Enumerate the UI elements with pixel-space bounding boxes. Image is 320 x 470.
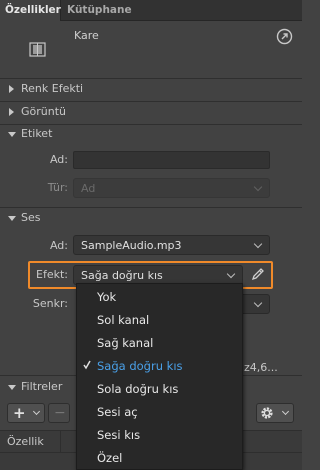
sound-info-text: z4,6...	[244, 361, 278, 374]
expand-arrow-icon	[9, 85, 14, 93]
column-divider	[60, 431, 61, 453]
symbol-icon	[29, 42, 46, 57]
menu-item-label: Özel	[97, 451, 123, 465]
label-name-input[interactable]	[73, 151, 270, 169]
section-label: Renk Efekti	[21, 82, 84, 95]
sound-effect-label: Efekt:	[36, 268, 68, 281]
section-label: Etiket	[21, 127, 53, 140]
sound-sync-dropdown[interactable]	[240, 294, 270, 314]
section-sound[interactable]: Ses	[0, 208, 302, 230]
collapse-arrow-icon	[8, 385, 16, 390]
filter-settings-button[interactable]	[256, 403, 294, 423]
menu-item-custom[interactable]: Özel	[77, 448, 242, 469]
sound-effect-dropdown[interactable]: Sağa doğru kıs	[73, 265, 243, 285]
sound-name-label: Ad:	[49, 239, 68, 252]
plus-icon: +	[13, 404, 26, 422]
remove-filter-button[interactable]: −	[48, 403, 70, 423]
symbol-name: Kare	[74, 29, 99, 42]
menu-item-label: Sol kanal	[97, 313, 150, 327]
edit-pencil-icon[interactable]	[251, 267, 265, 281]
menu-item-label: Sağa doğru kıs	[97, 359, 183, 373]
sound-sync-label: Senkr:	[32, 297, 68, 310]
sound-name-dropdown[interactable]: SampleAudio.mp3	[73, 235, 270, 255]
chevron-down-icon	[253, 182, 263, 192]
collapse-arrow-icon	[8, 132, 16, 137]
chevron-down-icon	[32, 407, 41, 416]
effect-dropdown-menu: Yok Sol kanal Sağ kanal Sağa doğru kıs S…	[76, 283, 243, 470]
section-display[interactable]: Görüntü	[0, 102, 302, 124]
chevron-down-icon	[226, 269, 236, 279]
collapse-arrow-icon	[8, 216, 16, 221]
menu-item-fade-in[interactable]: Sesi aç	[77, 402, 242, 423]
add-filter-button[interactable]: +	[7, 403, 45, 423]
section-label: Ses	[21, 211, 41, 224]
menu-item-label: Sağ kanal	[97, 336, 154, 350]
menu-item-left-channel[interactable]: Sol kanal	[77, 310, 242, 331]
expand-arrow-icon	[9, 108, 14, 116]
menu-item-fade-left[interactable]: Sola doğru kıs	[77, 379, 242, 400]
tab-library[interactable]: Kütüphane	[62, 0, 137, 21]
dropdown-value: SampleAudio.mp3	[81, 239, 182, 252]
section-label: Görüntü	[21, 105, 67, 118]
chevron-down-icon	[253, 239, 263, 249]
label-name-label: Ad:	[49, 153, 68, 166]
section-label: Filtreler	[21, 380, 63, 393]
menu-item-label: Sola doğru kıs	[97, 382, 179, 396]
tab-properties[interactable]: Özellikler	[0, 0, 61, 21]
minus-icon: −	[54, 405, 66, 421]
label-type-dropdown: Ad	[73, 178, 270, 198]
chevron-down-icon	[281, 407, 290, 416]
menu-item-right-channel[interactable]: Sağ kanal	[77, 333, 242, 354]
menu-item-label: Sesi aç	[97, 405, 138, 419]
gear-icon	[261, 407, 273, 419]
menu-item-none[interactable]: Yok	[77, 287, 242, 308]
edit-symbol-icon[interactable]	[276, 28, 293, 45]
section-label-props[interactable]: Etiket	[0, 124, 302, 146]
menu-item-label: Sesi kıs	[97, 428, 141, 442]
menu-item-fade-out[interactable]: Sesi kıs	[77, 425, 242, 446]
label-type-label: Tür:	[47, 181, 68, 194]
panel-tab-bar: Özellikler Kütüphane	[0, 0, 302, 21]
dropdown-value: Sağa doğru kıs	[81, 269, 163, 282]
chevron-down-icon	[253, 298, 263, 308]
section-color-effect[interactable]: Renk Efekti	[0, 79, 302, 101]
check-icon	[83, 360, 91, 370]
menu-item-label: Yok	[97, 290, 117, 304]
menu-item-fade-right[interactable]: Sağa doğru kıs	[77, 356, 242, 377]
dropdown-value: Ad	[81, 182, 96, 195]
column-header-property: Özellik	[7, 435, 44, 448]
